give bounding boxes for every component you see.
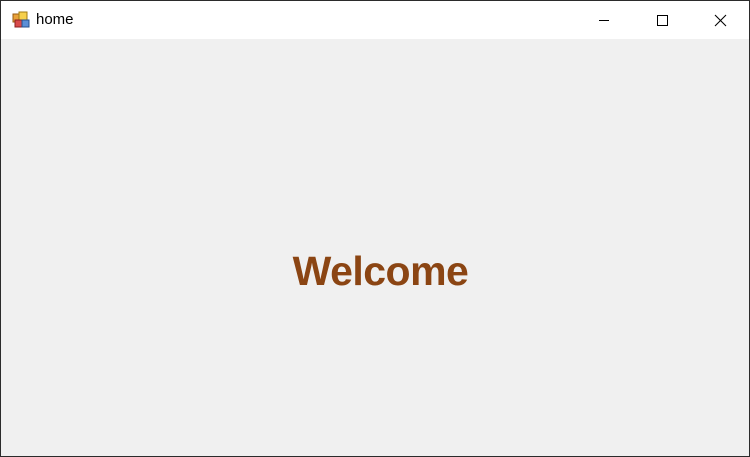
close-icon bbox=[714, 14, 726, 26]
app-icon[interactable] bbox=[12, 11, 30, 29]
maximize-button[interactable] bbox=[633, 1, 691, 39]
window-title: home bbox=[36, 11, 74, 28]
client-area: Welcome bbox=[1, 39, 749, 456]
minimize-button[interactable] bbox=[575, 1, 633, 39]
close-button[interactable] bbox=[691, 1, 749, 39]
welcome-label: Welcome bbox=[292, 248, 469, 294]
app-window: home Welcome bbox=[0, 0, 750, 457]
title-bar[interactable]: home bbox=[1, 1, 749, 39]
minimize-icon bbox=[599, 20, 609, 21]
maximize-icon bbox=[657, 15, 668, 26]
